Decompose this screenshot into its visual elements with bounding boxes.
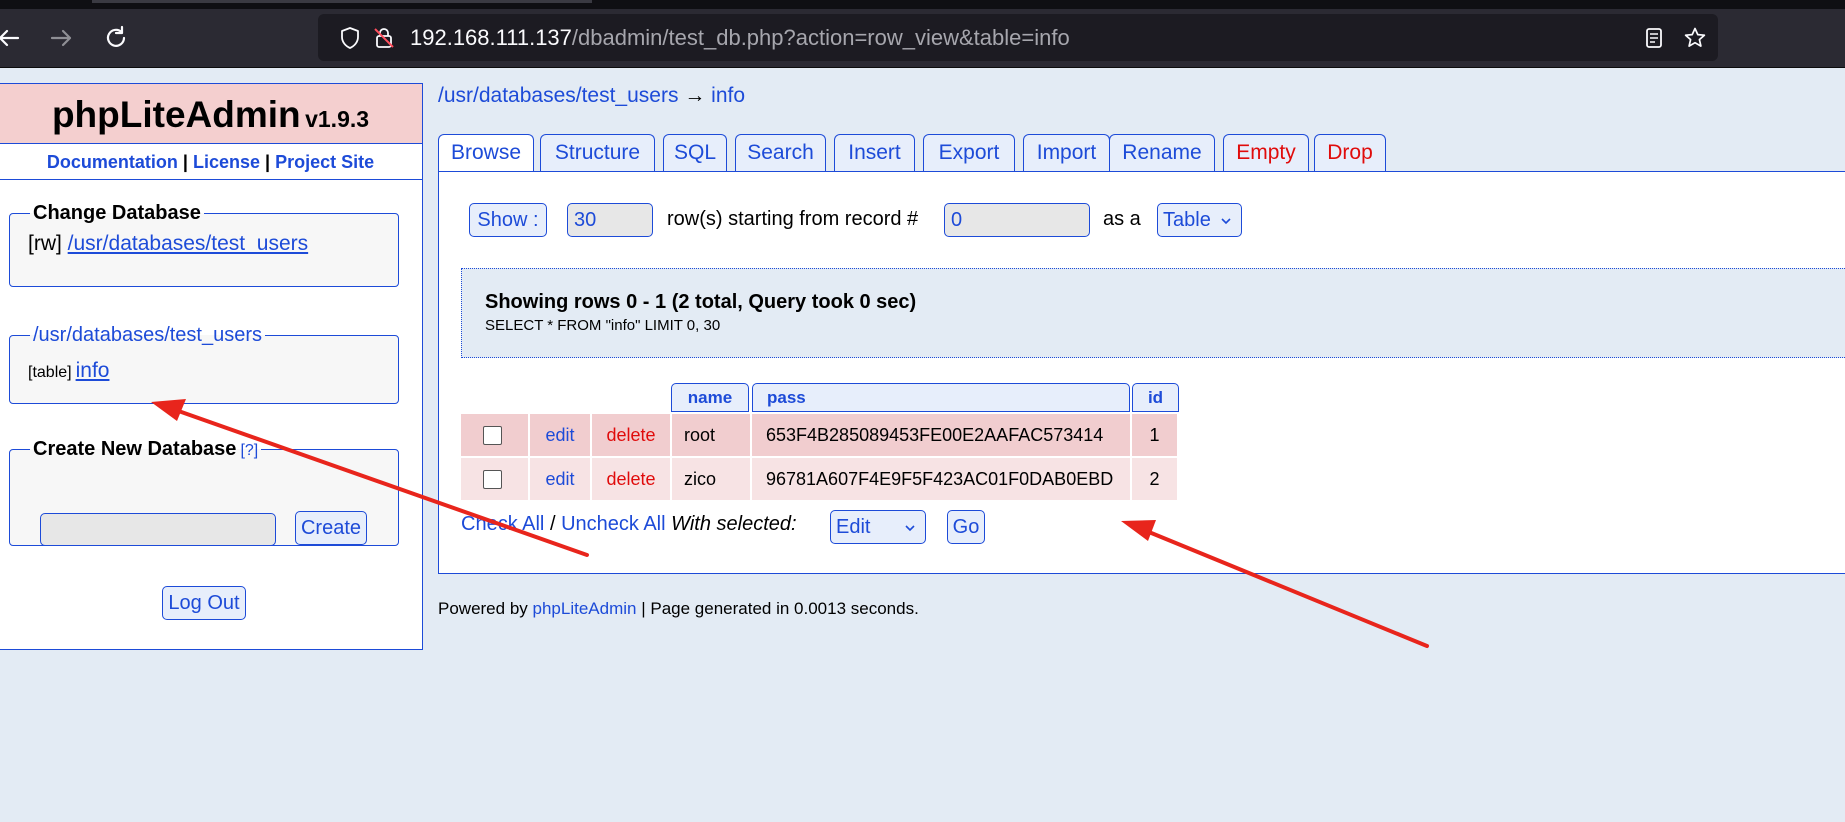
row-checkbox[interactable] (483, 470, 502, 489)
bookmark-star-icon[interactable] (1683, 26, 1707, 50)
logout-button[interactable]: Log Out (162, 586, 246, 620)
create-database-button[interactable]: Create (295, 511, 367, 545)
tab-sql[interactable]: SQL (663, 134, 727, 172)
chevron-down-icon (905, 525, 915, 532)
database-tables-box: /usr/databases/test_users [table] info (9, 324, 399, 404)
view-type-select[interactable]: Table (1157, 203, 1242, 237)
app-name: phpLiteAdmin (51, 94, 301, 135)
uncheck-all-link[interactable]: Uncheck All (561, 513, 666, 535)
sidebar-links: Documentation | License | Project Site (0, 144, 422, 180)
tab-empty[interactable]: Empty (1223, 134, 1309, 172)
breadcrumb-table[interactable]: info (711, 84, 745, 107)
column-header-id[interactable]: id (1132, 383, 1179, 412)
cell-id: 1 (1132, 414, 1177, 456)
create-database-box: Create New Database [?] Create (9, 438, 399, 546)
project-site-link[interactable]: Project Site (275, 152, 374, 172)
column-header-pass[interactable]: pass (752, 383, 1130, 412)
database-tables-legend: /usr/databases/test_users (33, 324, 263, 346)
as-label: as a (1103, 208, 1141, 230)
go-button[interactable]: Go (947, 510, 985, 544)
change-database-legend: Change Database (33, 202, 201, 224)
rows-count-input[interactable]: 30 (567, 203, 653, 237)
bulk-action-select[interactable]: Edit (830, 510, 926, 544)
insecure-lock-icon[interactable] (372, 26, 396, 50)
browser-toolbar: 192.168.111.137/dbadmin/test_db.php?acti… (0, 9, 1845, 68)
browser-active-tab[interactable] (92, 0, 592, 3)
tab-structure[interactable]: Structure (540, 134, 655, 172)
executed-query: SELECT * FROM "info" LIMIT 0, 30 (485, 317, 721, 334)
reader-view-icon[interactable] (1642, 26, 1666, 50)
tab-browse[interactable]: Browse (438, 134, 534, 174)
cell-name: zico (672, 458, 750, 500)
bulk-action-value: Edit (836, 516, 871, 538)
table-link-info[interactable]: info (76, 359, 110, 382)
delete-row-link[interactable]: delete (592, 414, 670, 456)
change-database-box: Change Database [rw] /usr/databases/test… (9, 202, 399, 287)
link-separator: | (265, 152, 271, 172)
breadcrumb-arrow: → (684, 84, 706, 107)
documentation-link[interactable]: Documentation (47, 152, 178, 172)
new-database-name-input[interactable] (40, 513, 276, 546)
tab-drop[interactable]: Drop (1314, 134, 1386, 172)
table-row: edit delete zico 96781A607F4E9F5F423AC01… (461, 458, 1177, 500)
powered-by-label: Powered by (438, 599, 528, 618)
url-bar[interactable]: 192.168.111.137/dbadmin/test_db.php?acti… (318, 14, 1718, 61)
show-button[interactable]: Show : (469, 203, 547, 237)
forward-icon[interactable] (46, 23, 76, 53)
bulk-actions: Check All / Uncheck All With selected: (461, 513, 797, 536)
rows-label: row(s) starting from record # (667, 208, 919, 230)
link-separator: | (182, 152, 188, 172)
row-checkbox-cell (461, 458, 528, 500)
breadcrumb: /usr/databases/test_users → info (438, 84, 745, 108)
phpliteadmin-link[interactable]: phpLiteAdmin (533, 599, 637, 618)
delete-row-link[interactable]: delete (592, 458, 670, 500)
generation-time: | Page generated in 0.0013 seconds. (641, 599, 919, 618)
license-link[interactable]: License (193, 152, 260, 172)
rows-summary: Showing rows 0 - 1 (2 total, Query took … (485, 291, 917, 313)
edit-row-link[interactable]: edit (530, 458, 590, 500)
cell-id: 2 (1132, 458, 1177, 500)
url-text[interactable]: 192.168.111.137/dbadmin/test_db.php?acti… (410, 26, 1070, 50)
chevron-down-icon (1221, 218, 1231, 225)
tab-rename[interactable]: Rename (1109, 134, 1215, 172)
edit-row-link[interactable]: edit (530, 414, 590, 456)
column-header-name[interactable]: name (671, 383, 749, 412)
breadcrumb-database[interactable]: /usr/databases/test_users (438, 84, 678, 107)
create-database-title: Create New Database (33, 438, 237, 460)
check-all-link[interactable]: Check All (461, 513, 544, 535)
bulk-separator: / (549, 513, 556, 535)
row-checkbox-cell (461, 414, 528, 456)
with-selected-label: With selected: (671, 513, 797, 535)
database-link[interactable]: /usr/databases/test_users (68, 232, 308, 255)
url-host: 192.168.111.137 (410, 25, 572, 50)
table-row: edit delete root 653F4B285089453FE00E2AA… (461, 414, 1177, 456)
app-logo: phpLiteAdmin v1.9.3 (0, 84, 422, 144)
left-sidebar: phpLiteAdmin v1.9.3 Documentation | Lice… (0, 83, 423, 650)
view-type-value: Table (1163, 209, 1211, 231)
cell-pass: 653F4B285089453FE00E2AAFAC573414 (752, 414, 1130, 456)
query-info-box: Showing rows 0 - 1 (2 total, Query took … (461, 268, 1845, 358)
back-icon[interactable] (0, 23, 24, 53)
url-path: /dbadmin/test_db.php?action=row_view&tab… (571, 25, 1070, 50)
reload-icon[interactable] (101, 23, 131, 53)
shield-icon[interactable] (338, 26, 362, 50)
start-record-input[interactable]: 0 (944, 203, 1090, 237)
page-footer: Powered by phpLiteAdmin | Page generated… (438, 599, 919, 619)
tab-export[interactable]: Export (923, 134, 1015, 172)
browse-panel: Show : 30 row(s) starting from record # … (438, 171, 1845, 574)
cell-pass: 96781A607F4E9F5F423AC01F0DAB0EBD (752, 458, 1130, 500)
tab-insert[interactable]: Insert (834, 134, 915, 172)
create-database-legend: Create New Database [?] (30, 438, 261, 461)
cell-name: root (672, 414, 750, 456)
row-checkbox[interactable] (483, 426, 502, 445)
table-type-label: [table] (28, 364, 72, 381)
app-version: v1.9.3 (305, 106, 370, 132)
db-mode-label: [rw] (28, 232, 62, 255)
help-link[interactable]: [?] (240, 442, 258, 459)
tab-search[interactable]: Search (735, 134, 826, 172)
tab-import[interactable]: Import (1023, 134, 1110, 172)
